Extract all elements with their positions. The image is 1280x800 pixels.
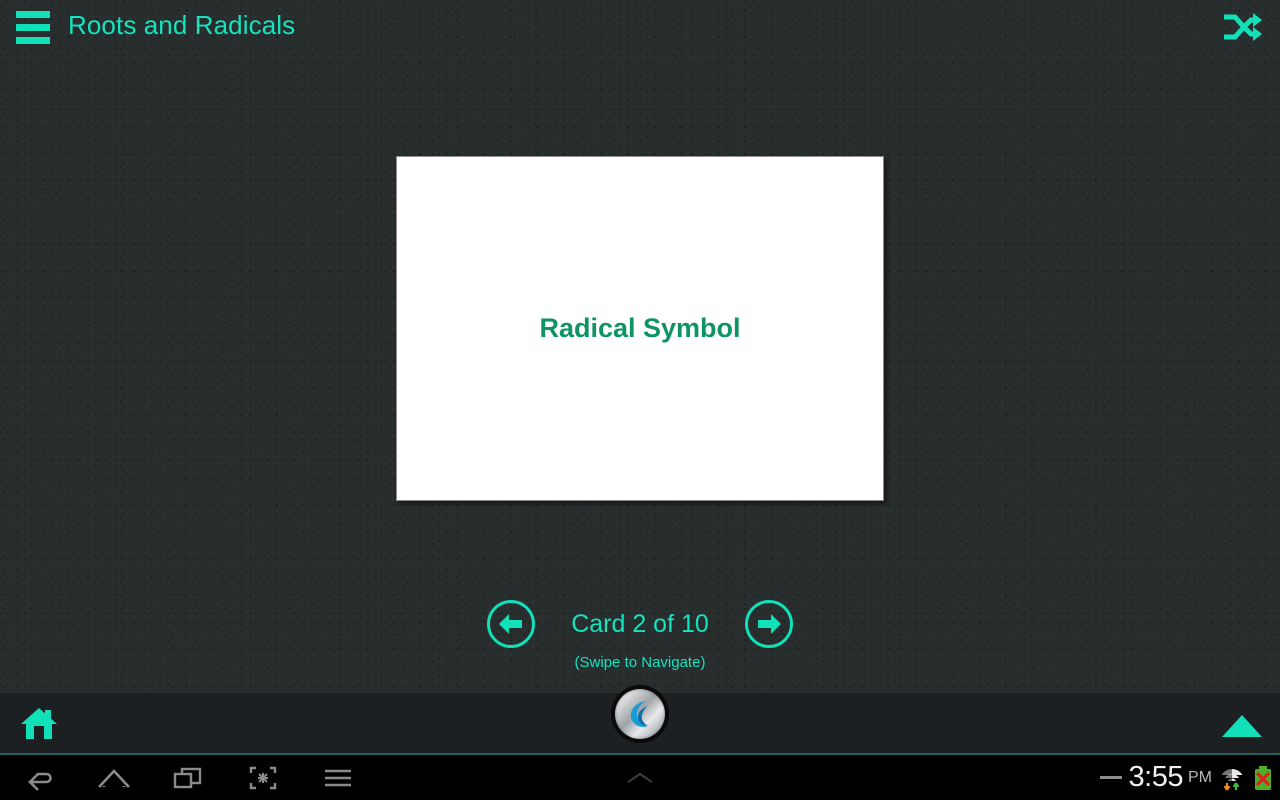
logo-disc [615,689,665,739]
home-icon[interactable] [19,705,59,743]
menu-icon[interactable] [313,755,363,800]
chevron-up-glyph [627,772,653,783]
card-counter: Card 2 of 10 [571,609,709,638]
swipe-hint-text: (Swipe to Navigate) [574,654,706,671]
home-glyph [21,708,57,739]
wifi-data-icon [1221,768,1243,791]
battery-error-icon [1255,765,1271,790]
back-glyph [28,772,52,791]
arrow-right-icon [758,614,781,634]
app-screen: Roots and Radicals Radical Symbol Card 2… [0,0,1280,755]
menu-bar-2 [16,23,50,31]
triangle-up-icon[interactable] [1220,709,1264,741]
menu-bar-3 [16,36,50,44]
next-card-button[interactable] [745,600,793,648]
bluestacks-logo-icon[interactable] [611,685,669,743]
home-icon[interactable] [89,755,139,800]
menu-glyph [325,769,351,786]
home-outline-glyph [98,768,130,788]
dash-icon [1099,776,1122,779]
page-title: Roots and Radicals [68,10,296,40]
menu-bar-1 [16,10,50,18]
chevron-up-icon[interactable] [615,755,665,800]
arrow-left-icon [499,614,522,634]
hamburger-menu-icon[interactable] [14,8,52,46]
shrink-glyph [249,766,277,789]
card-pager: Card 2 of 10 [0,596,1280,652]
shuffle-icon[interactable] [1220,7,1264,47]
triangle-up-glyph [1222,715,1262,737]
recents-icon[interactable] [163,755,213,800]
app-header: Roots and Radicals [0,0,1280,56]
bluestacks-glyph [630,701,648,728]
shuffle-glyph [1224,13,1262,41]
back-icon[interactable] [16,755,66,800]
recents-glyph [173,767,202,788]
android-navigation-bar: 3:55 PM [0,755,1280,800]
flashcard-text: Radical Symbol [539,312,741,343]
status-tray: 3:55 PM [1099,755,1274,800]
clock-time: 3:55 [1128,761,1184,793]
clock-ampm: PM [1188,768,1212,786]
flashcard[interactable]: Radical Symbol [396,156,884,501]
previous-card-button[interactable] [487,600,535,648]
shrink-icon[interactable] [238,755,288,800]
